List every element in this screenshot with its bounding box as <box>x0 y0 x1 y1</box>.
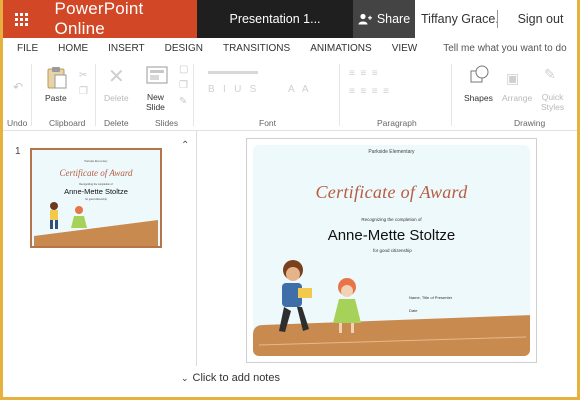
document-title[interactable]: Presentation 1... <box>197 0 353 38</box>
new-slide-label-2: Slide <box>146 102 165 112</box>
hide-slide-icon[interactable]: ✎ <box>179 96 187 107</box>
bullets-icon[interactable]: ≡ ≡ ≡ <box>349 68 378 79</box>
thumb-for: for good citizenship <box>85 198 107 201</box>
lightbulb-icon[interactable]: ● <box>577 38 578 58</box>
new-slide-label-1: New <box>146 92 164 102</box>
slide-number: 1 <box>15 146 21 157</box>
app-launcher-icon[interactable] <box>3 0 41 38</box>
group-label-clipboard: Clipboard <box>49 118 86 128</box>
delete-button[interactable]: Delete <box>104 93 129 103</box>
tab-insert[interactable]: INSERT <box>98 38 155 58</box>
ribbon-tabs: FILE HOME INSERT DESIGN TRANSITIONS ANIM… <box>3 38 578 58</box>
ribbon: ↶ Undo Paste ✂ ❐ Clipboard ✕ Delete Dele… <box>3 58 577 131</box>
window-frame: PowerPoint Online Presentation 1... Shar… <box>0 0 580 400</box>
slide-canvas: Parkside Elementary Certificate of Award… <box>253 145 530 356</box>
thumb-recipient: Anne-Mette Stoltze <box>64 187 128 196</box>
slide-thumbnail[interactable]: Parkside Elementary Certificate of Award… <box>30 148 162 248</box>
tab-transitions[interactable]: TRANSITIONS <box>213 38 300 58</box>
chevron-down-icon[interactable]: ⌄ <box>181 373 189 384</box>
new-slide-button[interactable]: New Slide <box>146 92 165 112</box>
arrange-button[interactable]: Arrange <box>502 93 532 103</box>
ground-band <box>253 315 530 356</box>
ribbon-divider <box>95 64 96 126</box>
tab-view[interactable]: VIEW <box>382 38 428 58</box>
font-name-box[interactable]: ▬▬▬▬▬ <box>208 66 258 77</box>
quick-styles-icon[interactable]: ✎ <box>544 66 556 83</box>
shapes-button[interactable]: Shapes <box>464 93 493 103</box>
titlebar-divider <box>497 0 498 38</box>
paste-button[interactable]: Paste <box>45 93 67 103</box>
quick-styles-label-1: Quick <box>541 92 564 102</box>
main-slide[interactable]: Parkside Elementary Certificate of Award… <box>246 138 537 363</box>
chevron-up-icon[interactable]: ⌃ <box>181 140 189 151</box>
ribbon-divider <box>193 64 194 126</box>
app-name[interactable]: PowerPoint Online <box>55 0 197 39</box>
tab-animations[interactable]: ANIMATIONS <box>300 38 381 58</box>
delete-icon[interactable]: ✕ <box>108 64 125 89</box>
notes-bar[interactable]: ⌄ Click to add notes <box>181 363 577 393</box>
new-slide-icon[interactable] <box>146 66 168 91</box>
notes-label[interactable]: Click to add notes <box>193 372 280 384</box>
copy-icon[interactable]: ❐ <box>79 86 88 97</box>
title-bar: PowerPoint Online Presentation 1... Shar… <box>3 0 577 38</box>
user-name[interactable]: Tiffany Grace... <box>415 0 497 38</box>
tab-home[interactable]: HOME <box>48 38 98 58</box>
tell-me-input[interactable]: Tell me what you want to do <box>427 38 576 58</box>
group-label-paragraph: Paragraph <box>377 118 417 128</box>
ribbon-divider <box>339 64 340 126</box>
sign-out-link[interactable]: Sign out <box>498 0 577 38</box>
clipboard-more-icon[interactable]: ✂ <box>79 70 87 81</box>
bold-icon[interactable]: B I U S <box>208 84 256 95</box>
share-label: Share <box>376 12 411 26</box>
duplicate-icon[interactable]: ❐ <box>179 80 188 91</box>
thumb-title: Certificate of Award <box>59 168 133 178</box>
quick-styles-label-2: Styles <box>541 102 565 112</box>
group-label-drawing: Drawing <box>514 118 546 128</box>
thumbnail-footer <box>3 366 196 396</box>
group-label-delete: Delete <box>104 118 129 128</box>
arrange-icon[interactable]: ▣ <box>506 70 519 87</box>
tab-file[interactable]: FILE <box>3 38 48 58</box>
boy-illustration <box>279 260 312 332</box>
share-button[interactable]: Share <box>353 0 415 38</box>
tab-design[interactable]: DESIGN <box>155 38 213 58</box>
group-label-font: Font <box>259 118 277 128</box>
share-person-icon <box>358 13 372 25</box>
undo-icon[interactable]: ↶ <box>13 80 23 94</box>
slide-thumbnail-pane: 1 Parkside Elementary Certificate of Awa… <box>3 131 196 366</box>
layout-icon[interactable]: ▢ <box>179 64 188 75</box>
paste-icon[interactable] <box>46 66 68 95</box>
thumb-recognizing: Recognizing the completion of <box>79 183 113 186</box>
quick-styles-button[interactable]: Quick Styles <box>541 92 564 112</box>
font-size-icon[interactable]: A A <box>288 84 309 95</box>
thumb-school: Parkside Elementary <box>84 160 108 163</box>
shapes-icon[interactable] <box>468 65 490 92</box>
certificate-artwork <box>253 260 530 356</box>
align-icon[interactable]: ≡ ≡ ≡ ≡ <box>349 86 389 97</box>
app-header: PowerPoint Online <box>3 0 197 38</box>
ribbon-divider <box>31 64 32 126</box>
pane-divider <box>196 131 197 366</box>
thumbnail-preview: Parkside Elementary Certificate of Award… <box>32 150 160 246</box>
ribbon-divider <box>451 64 452 126</box>
group-label-undo: Undo <box>7 118 28 128</box>
group-label-slides: Slides <box>155 118 179 128</box>
